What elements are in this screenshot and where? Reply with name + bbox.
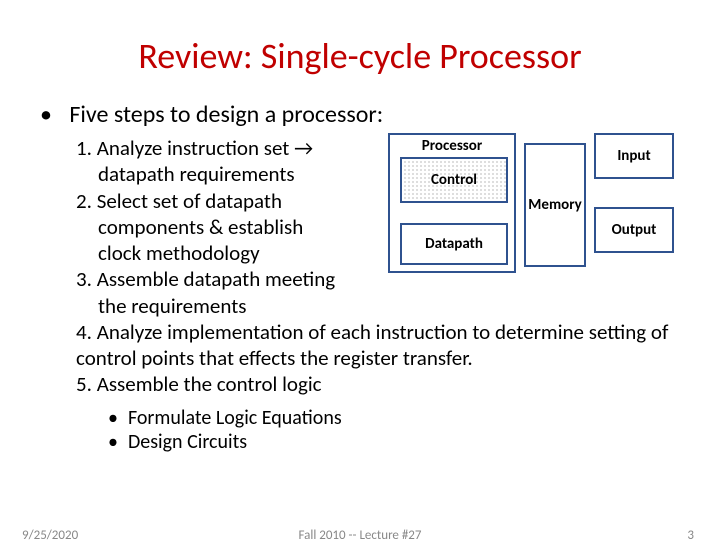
sub-bullet-2: Design Circuits: [108, 430, 680, 454]
step-5: 5. Assemble the control logic: [76, 371, 680, 397]
sub-bullet-1-text: Formulate Logic Equations: [128, 406, 342, 430]
output-box: Output: [594, 207, 674, 253]
io-group: Input Output: [594, 133, 674, 281]
step-4: 4. Analyze implementation of each instru…: [76, 319, 680, 372]
sub-bullet-2-text: Design Circuits: [128, 430, 247, 454]
processor-label: Processor: [390, 137, 514, 155]
lead-bullet-text: Five steps to design a processor:: [69, 100, 383, 129]
control-box: Control: [400, 157, 508, 203]
input-box: Input: [594, 133, 674, 179]
datapath-box: Datapath: [400, 223, 508, 265]
sub-bullet-1: Formulate Logic Equations: [108, 406, 680, 430]
slide: Review: Single-cycle Processor Five step…: [0, 0, 720, 540]
footer-page-number: 3: [687, 528, 694, 543]
memory-box: Memory: [524, 143, 586, 267]
footer-center: Fall 2010 -- Lecture #27: [0, 528, 720, 543]
processor-diagram: Processor Control Datapath Memory Input …: [388, 133, 674, 279]
lead-bullet: Five steps to design a processor:: [40, 100, 680, 129]
step-3-line2: the requirements: [98, 293, 680, 319]
sub-bullets: Formulate Logic Equations Design Circuit…: [108, 406, 680, 454]
processor-box: Processor Control Datapath: [388, 133, 516, 273]
content-row: Processor Control Datapath Memory Input …: [40, 135, 680, 454]
slide-title: Review: Single-cycle Processor: [40, 34, 680, 78]
